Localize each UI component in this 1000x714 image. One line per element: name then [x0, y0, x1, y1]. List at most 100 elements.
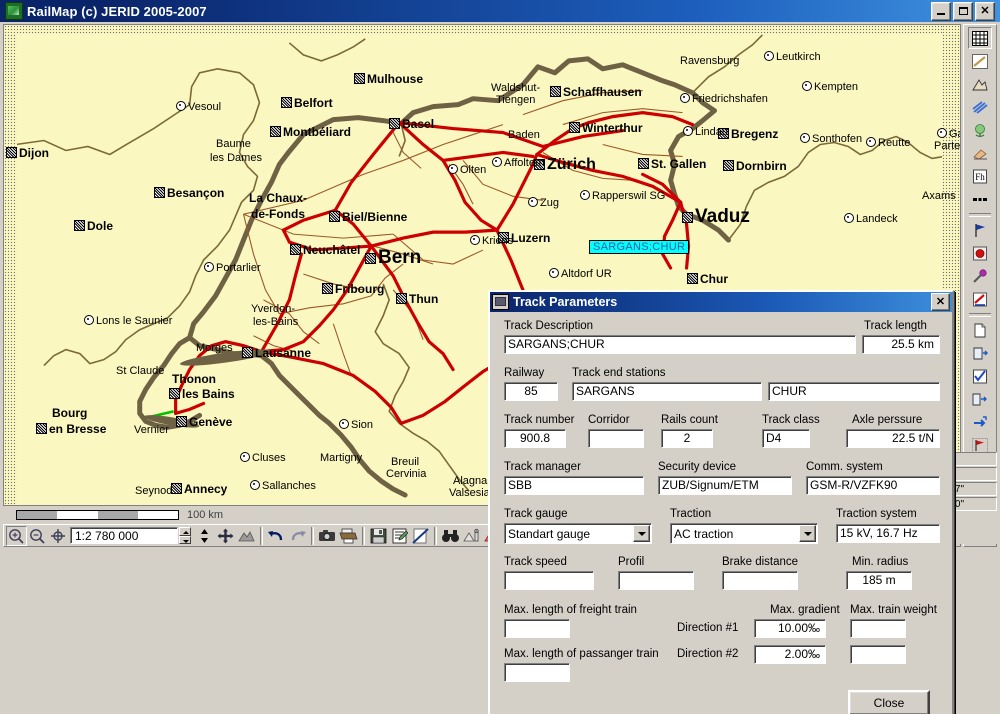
hatch-fill-icon[interactable]: [968, 27, 992, 49]
export-icon[interactable]: [968, 388, 992, 410]
axle-perssure-input[interactable]: 22.5 t/N: [846, 429, 940, 448]
map-city-label[interactable]: Biel/Bienne: [329, 211, 407, 224]
pin-icon[interactable]: [968, 265, 992, 287]
check-icon[interactable]: [968, 365, 992, 387]
eraser-icon[interactable]: [968, 142, 992, 164]
map-city-label[interactable]: Lindau: [683, 126, 728, 139]
clear-icon[interactable]: [410, 526, 431, 546]
highlighter-icon[interactable]: [968, 288, 992, 310]
map-scale-input[interactable]: 1:2 780 000: [70, 527, 178, 544]
station-a-input[interactable]: SARGANS: [572, 382, 762, 401]
map-city-label[interactable]: Dornbirn: [723, 160, 787, 173]
direction-2-weight-input[interactable]: [850, 645, 906, 664]
railway-input[interactable]: 85: [504, 382, 558, 401]
pan-icon[interactable]: [215, 526, 236, 546]
comm-system-input[interactable]: GSM-R/VZFK90: [806, 476, 940, 495]
map-city-label[interactable]: Lausanne: [242, 347, 311, 360]
security-device-input[interactable]: ZUB/Signum/ETM: [658, 476, 792, 495]
map-city-label[interactable]: Cervinia: [386, 468, 426, 481]
map-city-label[interactable]: Axams: [922, 190, 956, 203]
close-dialog-button[interactable]: Close: [848, 690, 930, 714]
map-city-label[interactable]: Valsesia: [449, 487, 490, 500]
min-radius-input[interactable]: 185 m: [846, 571, 912, 590]
map-city-label[interactable]: Thonon: [172, 373, 216, 386]
map-city-label[interactable]: Partenkirchen: [934, 140, 960, 153]
map-city-label[interactable]: Baume: [216, 138, 251, 151]
station-find-icon[interactable]: [461, 526, 482, 546]
map-city-label[interactable]: les Bains: [169, 388, 235, 401]
map-city-label[interactable]: Winterthur: [569, 122, 643, 135]
direction-1-weight-input[interactable]: [850, 619, 906, 638]
map-city-label[interactable]: Montbéliard: [270, 126, 351, 139]
map-city-label[interactable]: Landeck: [844, 213, 898, 226]
map-city-label[interactable]: Seynod: [135, 485, 172, 498]
map-city-label[interactable]: Morges: [196, 342, 233, 355]
map-city-label[interactable]: Sallanches: [250, 480, 316, 493]
map-city-label[interactable]: Rapperswil SG: [580, 190, 665, 203]
map-city-label[interactable]: St. Gallen: [638, 158, 706, 171]
flag-icon[interactable]: [968, 219, 992, 241]
new-doc-icon[interactable]: [968, 319, 992, 341]
rails-count-input[interactable]: 2: [661, 429, 713, 448]
map-city-label[interactable]: Waldshut-: [491, 82, 540, 95]
map-city-label[interactable]: Altdorf UR: [549, 268, 612, 281]
dashed-line-icon[interactable]: [968, 188, 992, 210]
map-city-label[interactable]: Vernier: [134, 424, 169, 437]
print-icon[interactable]: [338, 526, 359, 546]
map-city-label[interactable]: les Dames: [210, 152, 262, 165]
map-city-label[interactable]: Thun: [396, 293, 438, 306]
map-city-label[interactable]: Alagna: [453, 475, 487, 488]
map-city-label[interactable]: Vaduz: [682, 207, 750, 227]
zoom-out-icon[interactable]: [27, 526, 48, 546]
map-city-label[interactable]: Baden: [508, 129, 540, 142]
map-city-label[interactable]: Reutte: [866, 137, 910, 150]
track-number-input[interactable]: 900.8: [504, 429, 566, 448]
map-city-label[interactable]: La Chaux-: [249, 192, 307, 205]
map-city-label[interactable]: les-Bains: [253, 316, 298, 329]
chevron-down-icon[interactable]: [633, 525, 650, 542]
map-city-label[interactable]: Kriens: [470, 235, 513, 248]
zoom-in-icon[interactable]: [6, 525, 27, 546]
center-map-icon[interactable]: [48, 526, 69, 546]
max-freight-length-input[interactable]: [504, 619, 570, 638]
map-city-label[interactable]: en Bresse: [36, 423, 106, 436]
map-city-label[interactable]: Olten: [448, 164, 486, 177]
track-class-input[interactable]: D4: [762, 429, 810, 448]
traction-system-input[interactable]: 15 kV, 16.7 Hz: [836, 524, 940, 543]
map-city-label[interactable]: Schaffhausen: [550, 86, 642, 99]
track-speed-input[interactable]: [504, 571, 594, 590]
map-scale-spinner[interactable]: [179, 527, 191, 544]
traction-select[interactable]: AC traction: [670, 523, 818, 544]
map-city-label[interactable]: Sion: [339, 419, 373, 432]
redo-icon[interactable]: [287, 526, 308, 546]
minimize-button[interactable]: [931, 1, 951, 21]
corridor-input[interactable]: [588, 429, 644, 448]
direction-1-gradient-input[interactable]: 10.00‰: [754, 619, 826, 638]
camera-icon[interactable]: [317, 526, 338, 546]
map-city-label[interactable]: Basel: [389, 118, 434, 131]
map-city-label[interactable]: Belfort: [281, 97, 333, 110]
map-city-label[interactable]: St Claude: [116, 365, 164, 378]
map-city-label[interactable]: Sonthofen: [800, 133, 862, 146]
close-button[interactable]: ✕: [975, 1, 995, 21]
track-description-input[interactable]: SARGANS;CHUR: [504, 335, 856, 354]
draw-line-icon[interactable]: [968, 50, 992, 72]
map-city-label[interactable]: de-Fonds: [251, 208, 305, 221]
terrain-icon[interactable]: [236, 526, 257, 546]
map-city-label[interactable]: Cluses: [240, 452, 286, 465]
map-city-label[interactable]: Fribourg: [322, 283, 384, 296]
chevron-down-icon[interactable]: [799, 525, 816, 542]
binoculars-icon[interactable]: [440, 526, 461, 546]
max-passenger-length-input[interactable]: [504, 663, 570, 682]
profil-input[interactable]: [618, 571, 694, 590]
direction-2-gradient-input[interactable]: 2.00‰: [754, 645, 826, 664]
undo-icon[interactable]: [266, 526, 287, 546]
map-city-label[interactable]: Neuchâtel: [290, 244, 360, 257]
map-city-label[interactable]: Breuil: [391, 456, 419, 469]
map-city-label[interactable]: Ravensburg: [680, 55, 739, 68]
map-city-label[interactable]: Dole: [74, 220, 113, 233]
map-city-label[interactable]: Chur: [687, 273, 728, 286]
station-b-input[interactable]: CHUR: [768, 382, 940, 401]
map-city-label[interactable]: Garmisch-: [937, 128, 960, 141]
track-length-input[interactable]: 25.5 km: [862, 335, 940, 354]
